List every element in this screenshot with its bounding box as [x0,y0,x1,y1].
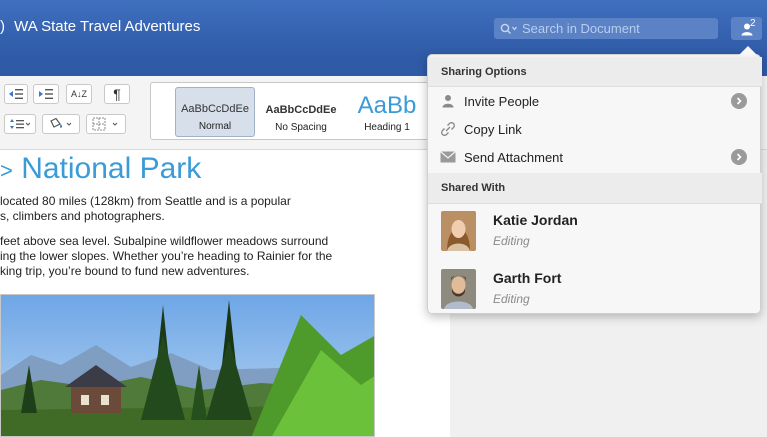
paragraph-2-line-2: ing the lower slopes. Whether you’re hea… [0,249,333,263]
shared-person-row[interactable]: Katie Jordan Editing [428,204,762,262]
search-icon [500,23,517,34]
link-icon [440,121,456,137]
send-attachment-label: Send Attachment [464,149,564,165]
style-sample: AaBbCcDdEe [181,103,249,115]
styles-gallery: AaBbCcDdEe Normal AaBbCcDdEe No Spacing … [150,82,430,140]
share-count: 2 [750,18,756,29]
increase-indent-button[interactable] [33,84,59,104]
style-sample: AaBb [357,92,417,119]
document-heading-text: National Park [21,152,202,185]
document-title-text: WA State Travel Adventures [14,18,201,35]
invite-people-item[interactable]: Invite People [428,87,762,115]
shading-button[interactable] [42,114,80,134]
copy-link-item[interactable]: Copy Link [428,115,762,143]
line-spacing-icon [10,119,30,129]
sort-icon: A↓Z [70,89,87,99]
paragraph-1-line-2: s, climbers and photographers. [0,209,165,223]
envelope-icon [440,149,456,165]
send-attachment-item[interactable]: Send Attachment [428,143,762,171]
avatar [441,269,476,309]
pilcrow-icon: ¶ [113,86,121,102]
person-name: Garth Fort [493,270,562,286]
search-input[interactable] [522,21,712,36]
invite-people-icon [440,93,456,109]
show-formatting-button[interactable]: ¶ [104,84,130,104]
decrease-indent-button[interactable] [4,84,28,104]
document-title: ) WA State Travel Adventures [0,18,201,35]
chevron-right-icon[interactable] [731,149,747,165]
landscape-image [1,295,374,436]
sharing-options-header: Sharing Options [428,57,762,87]
decrease-indent-icon [9,89,23,99]
invite-people-label: Invite People [464,93,540,109]
avatar [441,211,476,251]
landscape-photo[interactable] [0,294,375,437]
document-heading: > National Park [0,152,202,185]
copy-link-label: Copy Link [464,121,522,137]
popover-arrow [739,46,757,55]
shared-person-row[interactable]: Garth Fort Editing [428,262,762,320]
paint-bucket-icon [50,118,72,128]
share-button[interactable]: 2 [731,17,762,40]
borders-button[interactable] [86,114,126,134]
chevron-right-icon[interactable] [731,93,747,109]
word-window: ) WA State Travel Adventures 2 A↓Z [0,0,767,437]
style-name: Normal [198,121,232,132]
sharing-popover: Sharing Options Invite People Copy Link … [427,46,762,314]
person-role: Editing [493,292,530,306]
borders-icon [92,117,118,131]
paragraph-2-line-3: king trip, you’re bound to fund new adve… [0,264,250,278]
paragraph-1-line-1: located 80 miles (128km) from Seattle an… [0,194,291,208]
style-no-spacing[interactable]: AaBbCcDdEe No Spacing [261,87,341,137]
paragraph-2-line-1: feet above sea level. Subalpine wildflow… [0,234,329,248]
title-bar: ) WA State Travel Adventures 2 [0,0,767,58]
style-sample: AaBbCcDdEe [265,104,337,116]
line-spacing-button[interactable] [4,114,36,134]
person-name: Katie Jordan [493,212,578,228]
style-name: No Spacing [275,122,327,133]
search-box[interactable] [494,18,718,39]
shared-with-header: Shared With [428,173,762,204]
sort-button[interactable]: A↓Z [66,84,92,104]
style-heading-1[interactable]: AaBb Heading 1 [347,87,427,137]
person-role: Editing [493,234,530,248]
style-normal[interactable]: AaBbCcDdEe Normal [175,87,255,137]
increase-indent-icon [39,89,53,99]
style-name: Heading 1 [364,122,410,133]
